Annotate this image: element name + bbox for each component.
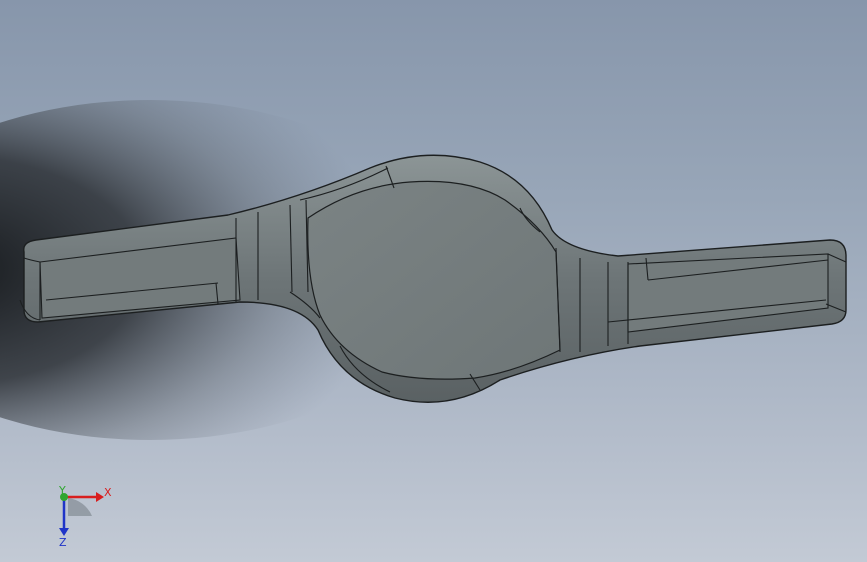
x-axis-label: X [104,486,112,499]
x-axis-arrow-icon [96,492,104,502]
z-axis-label: Z [59,536,67,549]
reference-triad[interactable]: X Y Z [46,480,116,550]
y-axis-label: Y [58,484,66,497]
model-scene[interactable] [0,0,867,562]
triad-shadow [68,498,92,516]
graphics-viewport[interactable]: X Y Z [0,0,867,562]
z-axis-arrow-icon [59,528,69,536]
